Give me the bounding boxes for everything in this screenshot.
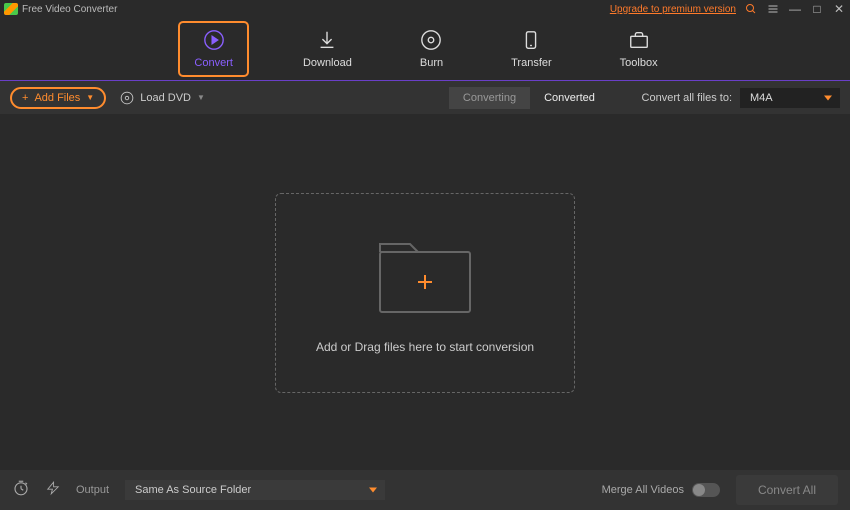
output-value: Same As Source Folder	[135, 484, 251, 496]
tab-convert[interactable]: Convert	[178, 21, 249, 77]
download-icon	[316, 29, 338, 51]
chevron-down-icon: ▼	[86, 93, 94, 102]
tab-download[interactable]: Download	[289, 25, 366, 73]
clock-icon[interactable]	[12, 479, 30, 502]
disc-icon	[120, 91, 134, 105]
toolbox-icon	[628, 29, 650, 51]
transfer-icon	[520, 29, 542, 51]
search-icon[interactable]	[744, 2, 758, 16]
drop-text: Add or Drag files here to start conversi…	[316, 340, 534, 354]
close-button[interactable]: ✕	[832, 2, 846, 16]
tab-toolbox-label: Toolbox	[620, 57, 658, 69]
format-select[interactable]: M4A	[740, 88, 840, 108]
app-title: Free Video Converter	[22, 4, 610, 15]
add-files-label: Add Files	[34, 92, 80, 104]
tab-transfer[interactable]: Transfer	[497, 25, 566, 73]
menu-icon[interactable]	[766, 2, 780, 16]
titlebar: Free Video Converter Upgrade to premium …	[0, 0, 850, 18]
output-folder-select[interactable]: Same As Source Folder	[125, 480, 385, 500]
status-segment: Converting Converted	[449, 87, 609, 109]
merge-toggle[interactable]	[692, 483, 720, 497]
format-value: M4A	[750, 92, 773, 104]
merge-videos-group: Merge All Videos	[602, 483, 720, 497]
tab-toolbox[interactable]: Toolbox	[606, 25, 672, 73]
burn-icon	[420, 29, 442, 51]
merge-label: Merge All Videos	[602, 484, 684, 496]
maximize-button[interactable]: □	[810, 2, 824, 16]
tab-burn-label: Burn	[420, 57, 443, 69]
upgrade-link[interactable]: Upgrade to premium version	[610, 4, 736, 15]
output-label: Output	[76, 484, 109, 496]
convert-icon	[203, 29, 225, 51]
plus-icon: +	[22, 92, 28, 104]
converted-tab[interactable]: Converted	[530, 87, 609, 109]
app-logo-icon	[4, 3, 18, 15]
minimize-button[interactable]: —	[788, 2, 802, 16]
tab-transfer-label: Transfer	[511, 57, 552, 69]
convert-all-button[interactable]: Convert All	[736, 475, 838, 505]
convert-to-label: Convert all files to:	[642, 92, 732, 104]
drop-zone[interactable]: Add or Drag files here to start conversi…	[275, 193, 575, 393]
convert-to-group: Convert all files to: M4A	[642, 88, 840, 108]
converting-tab[interactable]: Converting	[449, 87, 530, 109]
add-files-button[interactable]: + Add Files ▼	[10, 87, 106, 109]
load-dvd-label: Load DVD	[140, 92, 191, 104]
folder-icon	[370, 232, 480, 322]
chevron-down-icon: ▼	[197, 93, 205, 102]
main-nav: Convert Download Burn Transfer Toolbox	[0, 18, 850, 80]
bottom-bar: Output Same As Source Folder Merge All V…	[0, 470, 850, 510]
toolbar: + Add Files ▼ Load DVD ▼ Converting Conv…	[0, 81, 850, 115]
load-dvd-button[interactable]: Load DVD ▼	[120, 91, 205, 105]
main-area: Add or Drag files here to start conversi…	[0, 115, 850, 471]
tab-convert-label: Convert	[194, 57, 233, 69]
lightning-icon[interactable]	[46, 479, 60, 502]
tab-download-label: Download	[303, 57, 352, 69]
tab-burn[interactable]: Burn	[406, 25, 457, 73]
